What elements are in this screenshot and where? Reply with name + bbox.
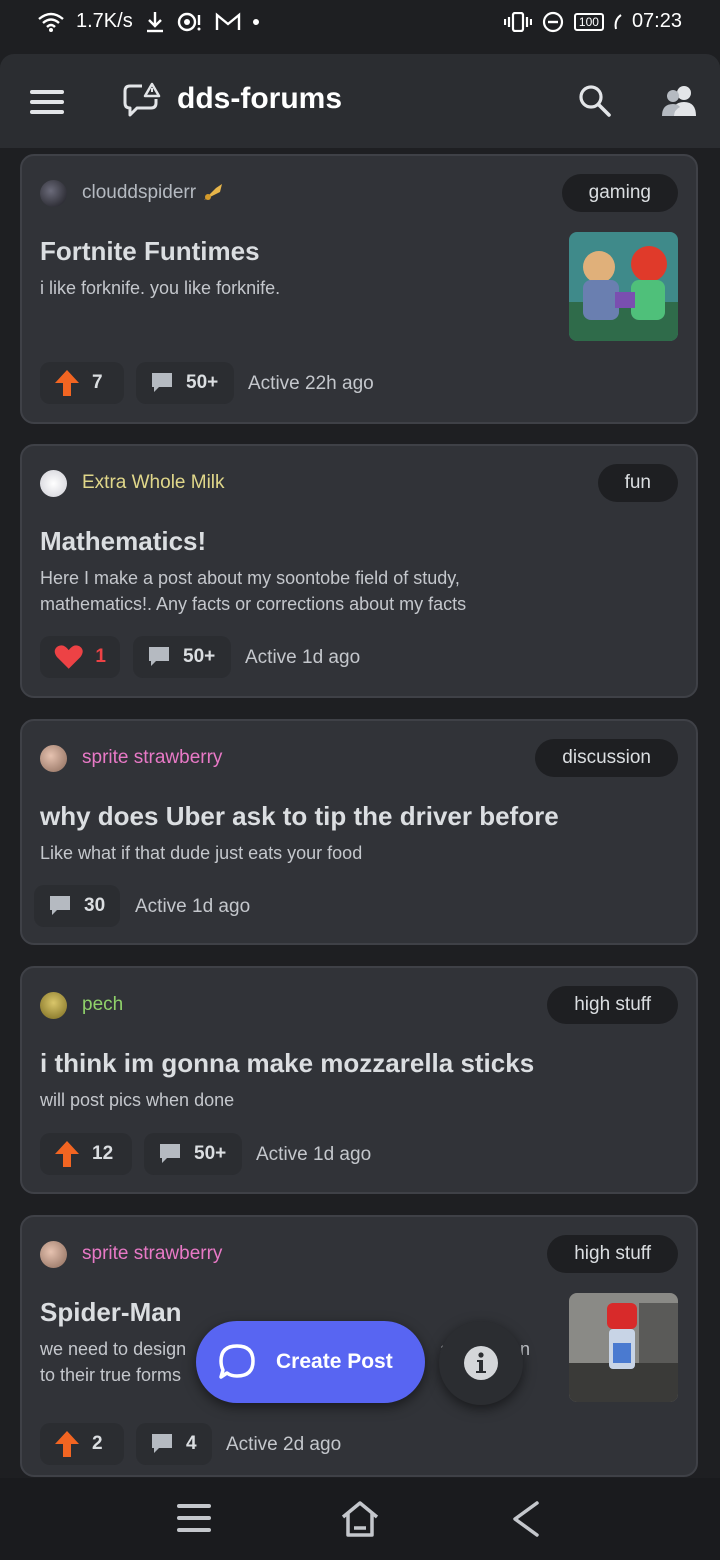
reaction-count: 7: [92, 372, 103, 393]
system-navigation-bar: [0, 1478, 720, 1560]
tag-badge[interactable]: high stuff: [547, 1235, 678, 1273]
post-feed[interactable]: clouddspiderr gaming Fortnite Funtimes i…: [0, 148, 720, 1478]
post-title[interactable]: Mathematics!: [40, 526, 206, 557]
forum-logo-icon: [122, 82, 162, 125]
chat-bubble-icon: [218, 1343, 256, 1381]
comment-icon: [160, 1144, 180, 1163]
comment-count: 30: [84, 895, 106, 916]
comment-icon: [152, 1434, 172, 1453]
wifi-icon: [38, 12, 64, 32]
search-icon: [579, 85, 611, 117]
app-title: dds-forums: [177, 82, 342, 115]
comments-button[interactable]: 30: [34, 885, 120, 927]
tag-badge[interactable]: gaming: [561, 174, 678, 212]
gmail-icon: [215, 11, 241, 32]
menu-button[interactable]: [30, 90, 64, 114]
network-speed: 1.7K/s: [76, 10, 133, 32]
comments-button[interactable]: 50+: [144, 1133, 242, 1175]
post-body-line-2: to their true forms: [40, 1365, 182, 1385]
discord-notification-icon: [177, 12, 203, 32]
comment-icon: [152, 373, 172, 392]
comment-count: 50+: [183, 646, 216, 667]
charging-leaf-icon: [614, 13, 622, 30]
reaction-button[interactable]: 1: [40, 636, 120, 678]
home-icon: [341, 1501, 379, 1537]
activity-time: Active 1d ago: [135, 896, 251, 917]
tag-badge[interactable]: high stuff: [547, 986, 678, 1024]
create-post-label: Create Post: [276, 1350, 393, 1373]
comments-button[interactable]: 50+: [136, 362, 234, 404]
post-title[interactable]: Spider-Man: [40, 1297, 182, 1328]
upvote-button[interactable]: 2: [40, 1423, 124, 1465]
app-bar: dds-forums: [0, 54, 720, 148]
upvote-button[interactable]: 7: [40, 362, 124, 404]
comment-count: 4: [186, 1433, 197, 1454]
do-not-disturb-icon: [542, 11, 564, 33]
post-body-line-1: we need to design: [40, 1339, 187, 1359]
back-arrow-icon: [513, 1501, 539, 1537]
info-button[interactable]: [439, 1321, 523, 1405]
post-body: Here I make a post about my soontobe fie…: [40, 568, 467, 614]
post-author[interactable]: clouddspiderr: [82, 182, 196, 204]
tag-badge[interactable]: fun: [597, 464, 678, 502]
post-body: will post pics when done: [40, 1090, 235, 1110]
post-card[interactable]: Extra Whole Milk fun Mathematics! Here I…: [20, 444, 698, 698]
post-card[interactable]: pech high stuff i think im gonna make mo…: [20, 966, 698, 1194]
status-bar: 1.7K/s 100 07:23: [0, 0, 720, 48]
upvote-button[interactable]: 12: [40, 1133, 132, 1175]
avatar[interactable]: [40, 992, 67, 1019]
info-icon: [464, 1346, 498, 1380]
back-button[interactable]: [510, 1500, 540, 1543]
activity-time: Active 1d ago: [245, 647, 361, 668]
activity-time: Active 1d ago: [256, 1144, 372, 1165]
avatar[interactable]: [40, 1241, 67, 1268]
reaction-count: 1: [95, 646, 106, 667]
post-author[interactable]: sprite strawberry: [82, 747, 222, 769]
post-author[interactable]: sprite strawberry: [82, 1243, 222, 1265]
trumpet-icon: [202, 180, 226, 209]
upvote-arrow-icon: [55, 370, 79, 396]
upvote-arrow-icon: [55, 1431, 79, 1457]
heart-icon: [54, 645, 83, 669]
home-button[interactable]: [340, 1500, 380, 1543]
post-thumbnail[interactable]: [569, 1293, 678, 1402]
comments-button[interactable]: 50+: [133, 636, 231, 678]
reaction-count: 2: [92, 1433, 103, 1454]
comments-button[interactable]: 4: [136, 1423, 212, 1465]
post-card[interactable]: sprite strawberry discussion why does Ub…: [20, 719, 698, 945]
battery-indicator: 100: [573, 12, 604, 31]
comment-count: 50+: [186, 372, 219, 393]
download-icon: [145, 11, 165, 33]
tag-badge[interactable]: discussion: [535, 739, 678, 777]
comment-count: 50+: [194, 1143, 227, 1164]
avatar[interactable]: [40, 470, 67, 497]
reaction-count: 12: [92, 1143, 114, 1164]
clock: 07:23: [631, 10, 682, 32]
people-icon: [662, 86, 696, 116]
comment-icon: [149, 647, 169, 666]
hamburger-icon: [30, 90, 64, 94]
create-post-button[interactable]: Create Post: [196, 1321, 425, 1403]
post-author[interactable]: pech: [82, 994, 123, 1016]
vibrate-icon: [503, 11, 532, 32]
post-title[interactable]: why does Uber ask to tip the driver befo…: [40, 801, 559, 832]
comment-icon: [50, 896, 70, 915]
search-button[interactable]: [578, 84, 612, 123]
activity-time: Active 22h ago: [248, 373, 374, 394]
more-notifications-dot: [252, 18, 259, 25]
post-body: Like what if that dude just eats your fo…: [40, 843, 363, 863]
avatar[interactable]: [40, 745, 67, 772]
activity-time: Active 2d ago: [226, 1434, 342, 1455]
post-title[interactable]: Fortnite Funtimes: [40, 236, 260, 267]
recent-apps-button[interactable]: [176, 1500, 212, 1541]
members-button[interactable]: [660, 84, 698, 123]
recents-icon: [177, 1504, 211, 1532]
post-author[interactable]: Extra Whole Milk: [82, 472, 225, 494]
post-title[interactable]: i think im gonna make mozzarella sticks: [40, 1048, 534, 1079]
post-card[interactable]: clouddspiderr gaming Fortnite Funtimes i…: [20, 154, 698, 424]
avatar[interactable]: [40, 180, 67, 207]
upvote-arrow-icon: [55, 1141, 79, 1167]
post-thumbnail[interactable]: [569, 232, 678, 341]
post-body: i like forknife. you like forknife.: [40, 278, 281, 298]
